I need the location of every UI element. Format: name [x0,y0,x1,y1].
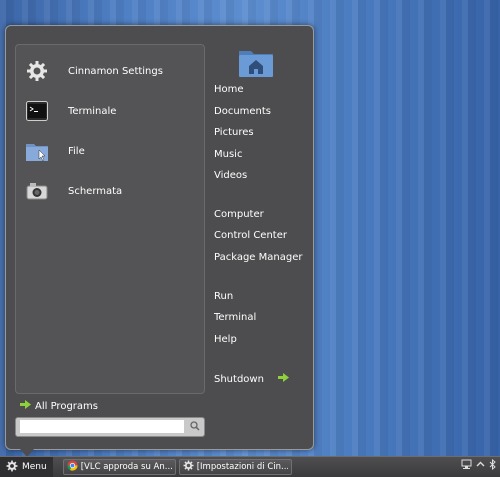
search-icon [190,421,200,434]
gear-icon [183,460,194,474]
place-music[interactable]: Music [214,149,242,160]
arrow-right-icon [20,400,31,412]
favorite-label: Terminale [68,105,117,117]
shutdown-label: Shutdown [214,373,264,385]
search-box [15,417,205,437]
action-help[interactable]: Help [214,334,237,345]
bluetooth-icon[interactable] [489,458,497,473]
place-home[interactable]: Home [214,84,244,95]
all-programs-label: All Programs [35,400,98,412]
favorite-cinnamon-settings[interactable]: Cinnamon Settings [24,57,163,85]
system-package-manager[interactable]: Package Manager [214,252,302,263]
menu-label: Menu [22,462,47,472]
favorite-terminale[interactable]: Terminale [24,97,116,125]
all-programs-button[interactable]: All Programs [20,400,98,412]
bottom-panel: Menu [VLC approda su An... [Impostazioni… [0,456,500,477]
shutdown-button[interactable]: Shutdown [214,373,289,385]
favorite-schermata[interactable]: Schermata [24,177,122,205]
action-run[interactable]: Run [214,291,233,302]
network-icon[interactable] [461,459,472,473]
favorite-label: Schermata [68,185,123,197]
system-control-center[interactable]: Control Center [214,230,287,241]
favorite-file[interactable]: File [24,137,85,165]
taskbar-item-label: [VLC approda su An... [80,462,172,472]
terminal-icon [24,99,50,123]
action-terminal[interactable]: Terminal [214,312,256,323]
chevron-up-icon[interactable] [476,460,485,472]
taskbar-item-vlc[interactable]: [VLC approda su An... [62,459,176,475]
folder-icon [24,139,50,163]
places-column: Home Documents Pictures Music Videos Com… [214,26,314,446]
arrow-right-icon [277,373,289,385]
gear-icon [24,59,50,83]
place-pictures[interactable]: Pictures [214,127,254,138]
taskbar-item-label: [Impostazioni di Cin... [196,462,288,472]
gear-icon [6,460,18,475]
taskbar-item-settings[interactable]: [Impostazioni di Cin... [178,459,292,475]
favorites-panel: Cinnamon Settings Terminale File Scherma… [15,44,205,394]
menu-button[interactable]: Menu [0,457,53,477]
chrome-icon [67,460,78,474]
system-computer[interactable]: Computer [214,209,264,220]
camera-icon [24,179,50,203]
search-input[interactable] [20,420,184,433]
favorite-label: File [68,145,85,157]
favorite-label: Cinnamon Settings [68,65,163,77]
system-tray [461,458,497,473]
home-folder-icon [238,48,274,81]
place-videos[interactable]: Videos [214,170,247,181]
place-documents[interactable]: Documents [214,106,271,117]
application-menu: Cinnamon Settings Terminale File Scherma… [5,25,314,457]
